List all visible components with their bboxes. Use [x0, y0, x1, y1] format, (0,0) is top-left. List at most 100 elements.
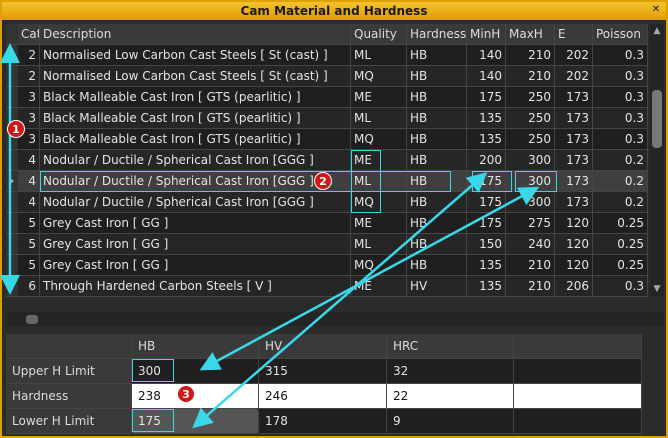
cell-maxh[interactable]: 250: [506, 108, 555, 129]
cell-quality[interactable]: ML: [351, 45, 407, 66]
cell-poisson[interactable]: 0.2: [593, 192, 648, 213]
cell-poisson[interactable]: 0.3: [593, 87, 648, 108]
cell-description[interactable]: Nodular / Ductile / Spherical Cast Iron …: [40, 150, 351, 171]
hardness-value-hb[interactable]: 175: [132, 409, 259, 434]
row-indicator[interactable]: [6, 150, 18, 171]
cell-e[interactable]: 173: [555, 150, 593, 171]
cell-minh[interactable]: 175: [467, 87, 506, 108]
row-indicator[interactable]: [6, 171, 18, 192]
hardness-value-empty[interactable]: [514, 409, 642, 434]
cell-poisson[interactable]: 0.3: [593, 129, 648, 150]
cell-maxh[interactable]: 210: [506, 255, 555, 276]
hardness-value-hv[interactable]: 246: [259, 384, 387, 409]
cell-poisson[interactable]: 0.25: [593, 255, 648, 276]
cell-poisson[interactable]: 0.25: [593, 234, 648, 255]
cell-e[interactable]: 173: [555, 171, 593, 192]
cell-poisson[interactable]: 0.25: [593, 213, 648, 234]
cell-minh[interactable]: 135: [467, 129, 506, 150]
cell-description[interactable]: Black Malleable Cast Iron [ GTS (pearlit…: [40, 87, 351, 108]
cell-hardness[interactable]: HV: [407, 276, 467, 297]
pin-icon[interactable]: ✕: [650, 4, 662, 16]
cell-maxh[interactable]: 300: [506, 171, 555, 192]
cell-poisson[interactable]: 0.2: [593, 171, 648, 192]
cell-cat[interactable]: 2: [18, 66, 40, 87]
row-indicator[interactable]: [6, 255, 18, 276]
cell-e[interactable]: 173: [555, 87, 593, 108]
cell-minh[interactable]: 175: [467, 213, 506, 234]
cell-minh[interactable]: 135: [467, 108, 506, 129]
column-header-maxh[interactable]: MaxH: [506, 24, 555, 45]
cell-cat[interactable]: 5: [18, 213, 40, 234]
table-row[interactable]: 4 Nodular / Ductile / Spherical Cast Iron…: [6, 192, 648, 213]
table-row[interactable]: 2 Normalised Low Carbon Cast Steels [ St…: [6, 45, 648, 66]
cell-quality[interactable]: MQ: [351, 192, 407, 213]
cell-quality[interactable]: MQ: [351, 255, 407, 276]
row-indicator[interactable]: [6, 276, 18, 297]
cell-quality[interactable]: ML: [351, 171, 407, 192]
cell-maxh[interactable]: 240: [506, 234, 555, 255]
row-indicator[interactable]: [6, 45, 18, 66]
table-row[interactable]: 5 Grey Cast Iron [ GG ] MQ HB 135 210 120 0.25: [6, 255, 648, 276]
vertical-scrollbar[interactable]: ▲ ▼: [650, 24, 664, 296]
cell-hardness[interactable]: HB: [407, 213, 467, 234]
column-header-e[interactable]: E: [555, 24, 593, 45]
cell-poisson[interactable]: 0.2: [593, 150, 648, 171]
column-header-minh[interactable]: MinH: [467, 24, 506, 45]
scroll-up-icon[interactable]: ▲: [650, 24, 664, 38]
cell-hardness[interactable]: HB: [407, 66, 467, 87]
cell-e[interactable]: 206: [555, 276, 593, 297]
cell-quality[interactable]: MQ: [351, 66, 407, 87]
cell-minh[interactable]: 175: [467, 171, 506, 192]
hardness-value-empty[interactable]: [514, 384, 642, 409]
cell-maxh[interactable]: 250: [506, 87, 555, 108]
vertical-scroll-thumb[interactable]: [652, 90, 662, 148]
row-indicator[interactable]: [6, 192, 18, 213]
table-row[interactable]: 5 Grey Cast Iron [ GG ] ME HB 175 275 120 0.25: [6, 213, 648, 234]
cell-cat[interactable]: 5: [18, 234, 40, 255]
cell-minh[interactable]: 140: [467, 66, 506, 87]
cell-hardness[interactable]: HB: [407, 234, 467, 255]
cell-quality[interactable]: ML: [351, 108, 407, 129]
hardness-value-hrc[interactable]: 9: [387, 409, 514, 434]
cell-minh[interactable]: 175: [467, 192, 506, 213]
cell-cat[interactable]: 3: [18, 87, 40, 108]
column-header-poisson[interactable]: Poisson: [593, 24, 648, 45]
cell-poisson[interactable]: 0.3: [593, 276, 648, 297]
cell-description[interactable]: Black Malleable Cast Iron [ GTS (pearlit…: [40, 129, 351, 150]
cell-cat[interactable]: 5: [18, 255, 40, 276]
table-row[interactable]: 6 Through Hardened Carbon Steels [ V ] ME H…: [6, 276, 648, 297]
cell-cat[interactable]: 4: [18, 150, 40, 171]
cell-hardness[interactable]: HB: [407, 87, 467, 108]
scroll-down-icon[interactable]: ▼: [650, 282, 664, 296]
hardness-value-hrc[interactable]: 32: [387, 359, 514, 384]
cell-description[interactable]: Nodular / Ductile / Spherical Cast Iron …: [40, 171, 351, 192]
cell-cat[interactable]: 6: [18, 276, 40, 297]
hardness-value-hb[interactable]: 300: [132, 359, 259, 384]
cell-quality[interactable]: ME: [351, 150, 407, 171]
cell-poisson[interactable]: 0.3: [593, 108, 648, 129]
column-header-cat[interactable]: Cat: [18, 24, 40, 45]
cell-minh[interactable]: 150: [467, 234, 506, 255]
cell-cat[interactable]: 4: [18, 171, 40, 192]
cell-minh[interactable]: 135: [467, 255, 506, 276]
row-indicator[interactable]: [6, 66, 18, 87]
row-indicator[interactable]: [6, 234, 18, 255]
cell-e[interactable]: 120: [555, 234, 593, 255]
row-indicator[interactable]: [6, 213, 18, 234]
table-row[interactable]: 3 Black Malleable Cast Iron [ GTS (pearli…: [6, 129, 648, 150]
cell-description[interactable]: Through Hardened Carbon Steels [ V ]: [40, 276, 351, 297]
cell-e[interactable]: 120: [555, 255, 593, 276]
cell-hardness[interactable]: HB: [407, 255, 467, 276]
hardness-value-hrc[interactable]: 22: [387, 384, 514, 409]
cell-maxh[interactable]: 250: [506, 129, 555, 150]
cell-e[interactable]: 202: [555, 66, 593, 87]
hardness-value-hv[interactable]: 178: [259, 409, 387, 434]
cell-hardness[interactable]: HB: [407, 192, 467, 213]
cell-hardness[interactable]: HB: [407, 129, 467, 150]
table-row[interactable]: 5 Grey Cast Iron [ GG ] ML HB 150 240 120 0.25: [6, 234, 648, 255]
cell-hardness[interactable]: HB: [407, 108, 467, 129]
cell-hardness[interactable]: HB: [407, 171, 467, 192]
cell-poisson[interactable]: 0.3: [593, 66, 648, 87]
table-row[interactable]: 3 Black Malleable Cast Iron [ GTS (pearli…: [6, 108, 648, 129]
cell-e[interactable]: 202: [555, 45, 593, 66]
